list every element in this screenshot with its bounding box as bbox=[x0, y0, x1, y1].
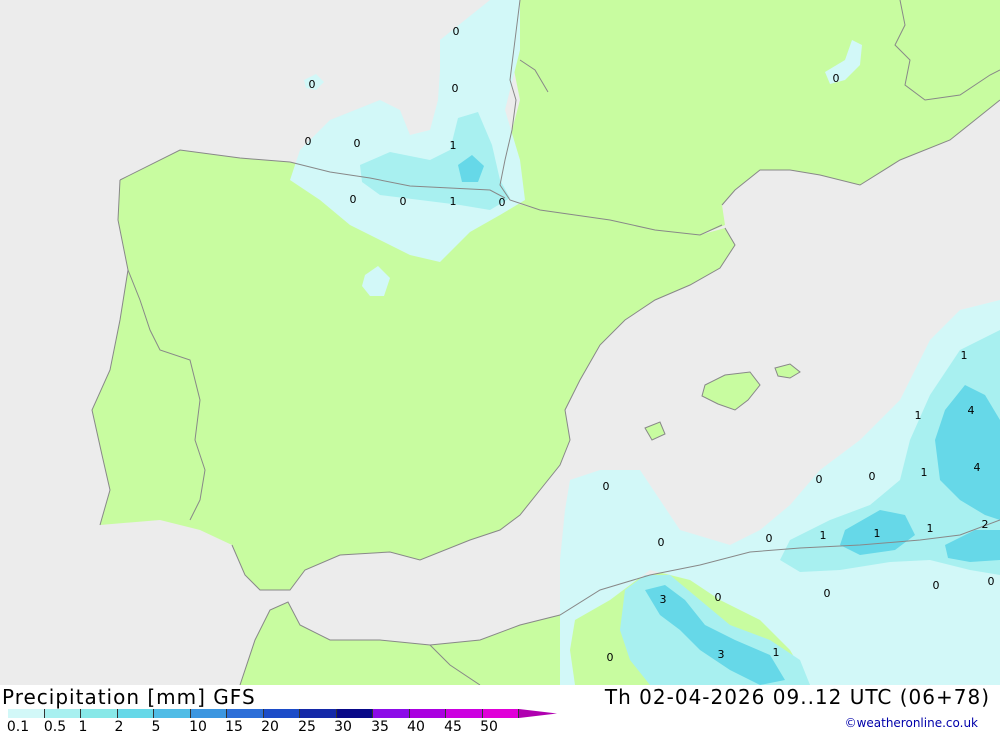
scale-swatch bbox=[154, 709, 191, 718]
precipitation-map[interactable]: 0 0 0 0 0 1 0 0 1 0 0 1 1 4 1 4 0 0 0 0 … bbox=[0, 0, 1000, 686]
value-label: 0 bbox=[933, 579, 940, 592]
value-label: 1 bbox=[820, 529, 827, 542]
scale-swatch bbox=[8, 709, 45, 718]
map-canvas: 0 0 0 0 0 1 0 0 1 0 0 1 1 4 1 4 0 0 0 0 … bbox=[0, 0, 1000, 686]
value-label: 0 bbox=[833, 72, 840, 85]
value-label: 0 bbox=[869, 470, 876, 483]
scale-swatch bbox=[227, 709, 264, 718]
value-label: 4 bbox=[974, 461, 981, 474]
value-label: 0 bbox=[354, 137, 361, 150]
value-label: 0 bbox=[400, 195, 407, 208]
scale-swatch bbox=[482, 709, 519, 718]
value-label: 0 bbox=[305, 135, 312, 148]
credit-link[interactable]: ©weatheronline.co.uk bbox=[845, 716, 978, 730]
value-label: 1 bbox=[450, 195, 457, 208]
value-label: 0 bbox=[607, 651, 614, 664]
value-label: 2 bbox=[982, 518, 989, 531]
value-label: 1 bbox=[874, 527, 881, 540]
value-label: 0 bbox=[766, 532, 773, 545]
footer: Precipitation [mm] GFS Th 02-04-2026 09.… bbox=[0, 685, 1000, 735]
value-label: 1 bbox=[927, 522, 934, 535]
value-label: 1 bbox=[961, 349, 968, 362]
scale-swatch bbox=[81, 709, 118, 718]
color-scale bbox=[8, 709, 557, 718]
scale-arrow bbox=[519, 709, 557, 718]
value-label: 0 bbox=[309, 78, 316, 91]
value-label: 1 bbox=[773, 646, 780, 659]
value-label: 0 bbox=[499, 196, 506, 209]
scale-swatch bbox=[373, 709, 410, 718]
value-label: 0 bbox=[658, 536, 665, 549]
scale-labels: 0.1 0.5 1 2 5 10 15 20 25 30 35 40 45 50 bbox=[0, 719, 520, 735]
value-label: 3 bbox=[660, 593, 667, 606]
value-label: 0 bbox=[816, 473, 823, 486]
value-label: 1 bbox=[915, 409, 922, 422]
map-title: Precipitation [mm] GFS bbox=[2, 685, 256, 709]
value-label: 0 bbox=[988, 575, 995, 588]
scale-swatch bbox=[117, 709, 154, 718]
value-label: 0 bbox=[603, 480, 610, 493]
scale-swatch bbox=[190, 709, 227, 718]
value-label: 1 bbox=[921, 466, 928, 479]
scale-swatch bbox=[44, 709, 81, 718]
scale-swatch bbox=[409, 709, 446, 718]
value-label: 0 bbox=[453, 25, 460, 38]
value-label: 0 bbox=[452, 82, 459, 95]
valid-time: Th 02-04-2026 09..12 UTC (06+78) bbox=[604, 685, 990, 709]
value-label: 0 bbox=[350, 193, 357, 206]
scale-swatch bbox=[336, 709, 373, 718]
value-label: 0 bbox=[715, 591, 722, 604]
scale-swatch bbox=[446, 709, 483, 718]
scale-swatch bbox=[263, 709, 300, 718]
value-label: 0 bbox=[824, 587, 831, 600]
value-label: 4 bbox=[968, 404, 975, 417]
value-label: 1 bbox=[450, 139, 457, 152]
value-label: 3 bbox=[718, 648, 725, 661]
scale-swatch bbox=[300, 709, 337, 718]
